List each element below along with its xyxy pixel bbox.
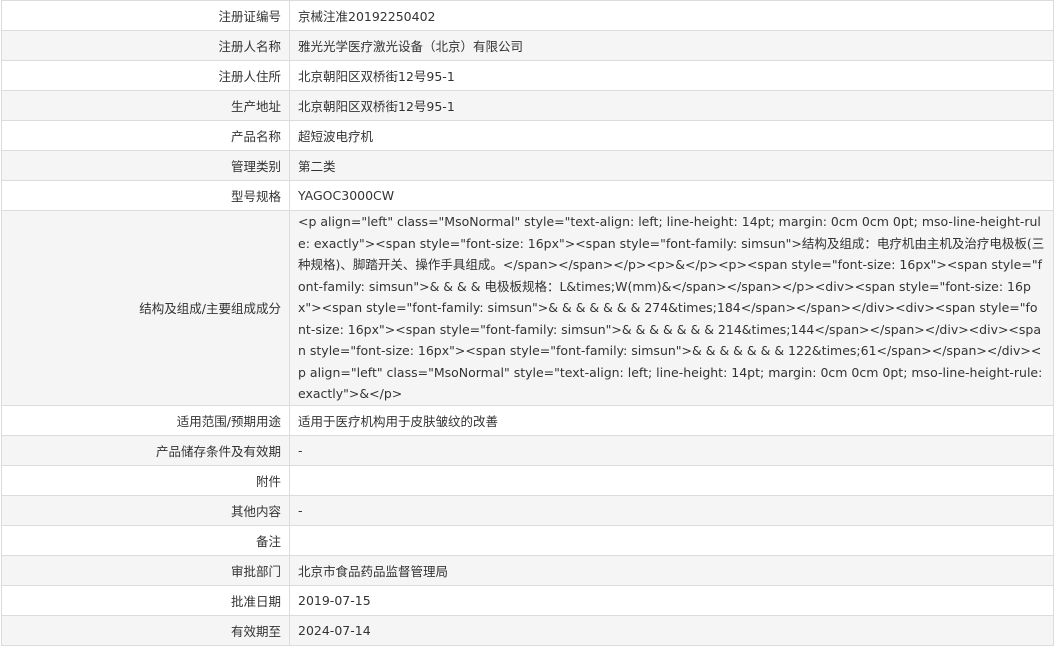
label-structure-composition: 结构及组成/主要组成成分	[1, 210, 290, 406]
row-intended-use: 适用范围/预期用途 适用于医疗机构用于皮肤皱纹的改善	[1, 404, 1054, 436]
value-registrant-name: 雅光光学医疗激光设备（北京）有限公司	[289, 30, 1054, 61]
value-storage-conditions: -	[289, 434, 1054, 466]
value-management-category: 第二类	[289, 150, 1054, 181]
registration-table: 注册证编号 京械注准20192250402 注册人名称 雅光光学医疗激光设备（北…	[1, 0, 1054, 646]
row-approval-date: 批准日期 2019-07-15	[1, 584, 1054, 616]
value-registration-number: 京械注准20192250402	[289, 0, 1054, 31]
label-other-content: 其他内容	[1, 494, 290, 526]
label-product-name: 产品名称	[1, 120, 290, 151]
label-management-category: 管理类别	[1, 150, 290, 181]
label-approval-department: 审批部门	[1, 554, 290, 586]
row-remarks: 备注	[1, 524, 1054, 556]
label-approval-date: 批准日期	[1, 584, 290, 616]
label-registration-number: 注册证编号	[1, 0, 290, 31]
row-approval-department: 审批部门 北京市食品药品监督管理局	[1, 554, 1054, 586]
row-other-content: 其他内容 -	[1, 494, 1054, 526]
value-structure-composition: <p align="left" class="MsoNormal" style=…	[289, 210, 1054, 406]
row-management-category: 管理类别 第二类	[1, 150, 1054, 181]
row-registration-number: 注册证编号 京械注准20192250402	[1, 0, 1054, 31]
value-production-address: 北京朝阳区双桥街12号95-1	[289, 90, 1054, 121]
label-valid-until: 有效期至	[1, 614, 290, 646]
value-model-spec: YAGOC3000CW	[289, 180, 1054, 211]
value-product-name: 超短波电疗机	[289, 120, 1054, 151]
label-model-spec: 型号规格	[1, 180, 290, 211]
row-product-name: 产品名称 超短波电疗机	[1, 120, 1054, 151]
label-intended-use: 适用范围/预期用途	[1, 404, 290, 436]
label-registrant-name: 注册人名称	[1, 30, 290, 61]
value-registrant-address: 北京朝阳区双桥街12号95-1	[289, 60, 1054, 91]
row-attachments: 附件	[1, 464, 1054, 496]
label-attachments: 附件	[1, 464, 290, 496]
value-approval-date: 2019-07-15	[289, 584, 1054, 616]
value-attachments	[289, 464, 1054, 496]
row-structure-composition: 结构及组成/主要组成成分 <p align="left" class="MsoN…	[1, 210, 1054, 406]
label-remarks: 备注	[1, 524, 290, 556]
label-production-address: 生产地址	[1, 90, 290, 121]
value-valid-until: 2024-07-14	[289, 614, 1054, 646]
row-model-spec: 型号规格 YAGOC3000CW	[1, 180, 1054, 211]
value-approval-department: 北京市食品药品监督管理局	[289, 554, 1054, 586]
value-remarks	[289, 524, 1054, 556]
row-registrant-name: 注册人名称 雅光光学医疗激光设备（北京）有限公司	[1, 30, 1054, 61]
value-intended-use: 适用于医疗机构用于皮肤皱纹的改善	[289, 404, 1054, 436]
row-production-address: 生产地址 北京朝阳区双桥街12号95-1	[1, 90, 1054, 121]
label-storage-conditions: 产品储存条件及有效期	[1, 434, 290, 466]
row-valid-until: 有效期至 2024-07-14	[1, 614, 1054, 646]
row-registrant-address: 注册人住所 北京朝阳区双桥街12号95-1	[1, 60, 1054, 91]
value-other-content: -	[289, 494, 1054, 526]
label-registrant-address: 注册人住所	[1, 60, 290, 91]
row-storage-conditions: 产品储存条件及有效期 -	[1, 434, 1054, 466]
